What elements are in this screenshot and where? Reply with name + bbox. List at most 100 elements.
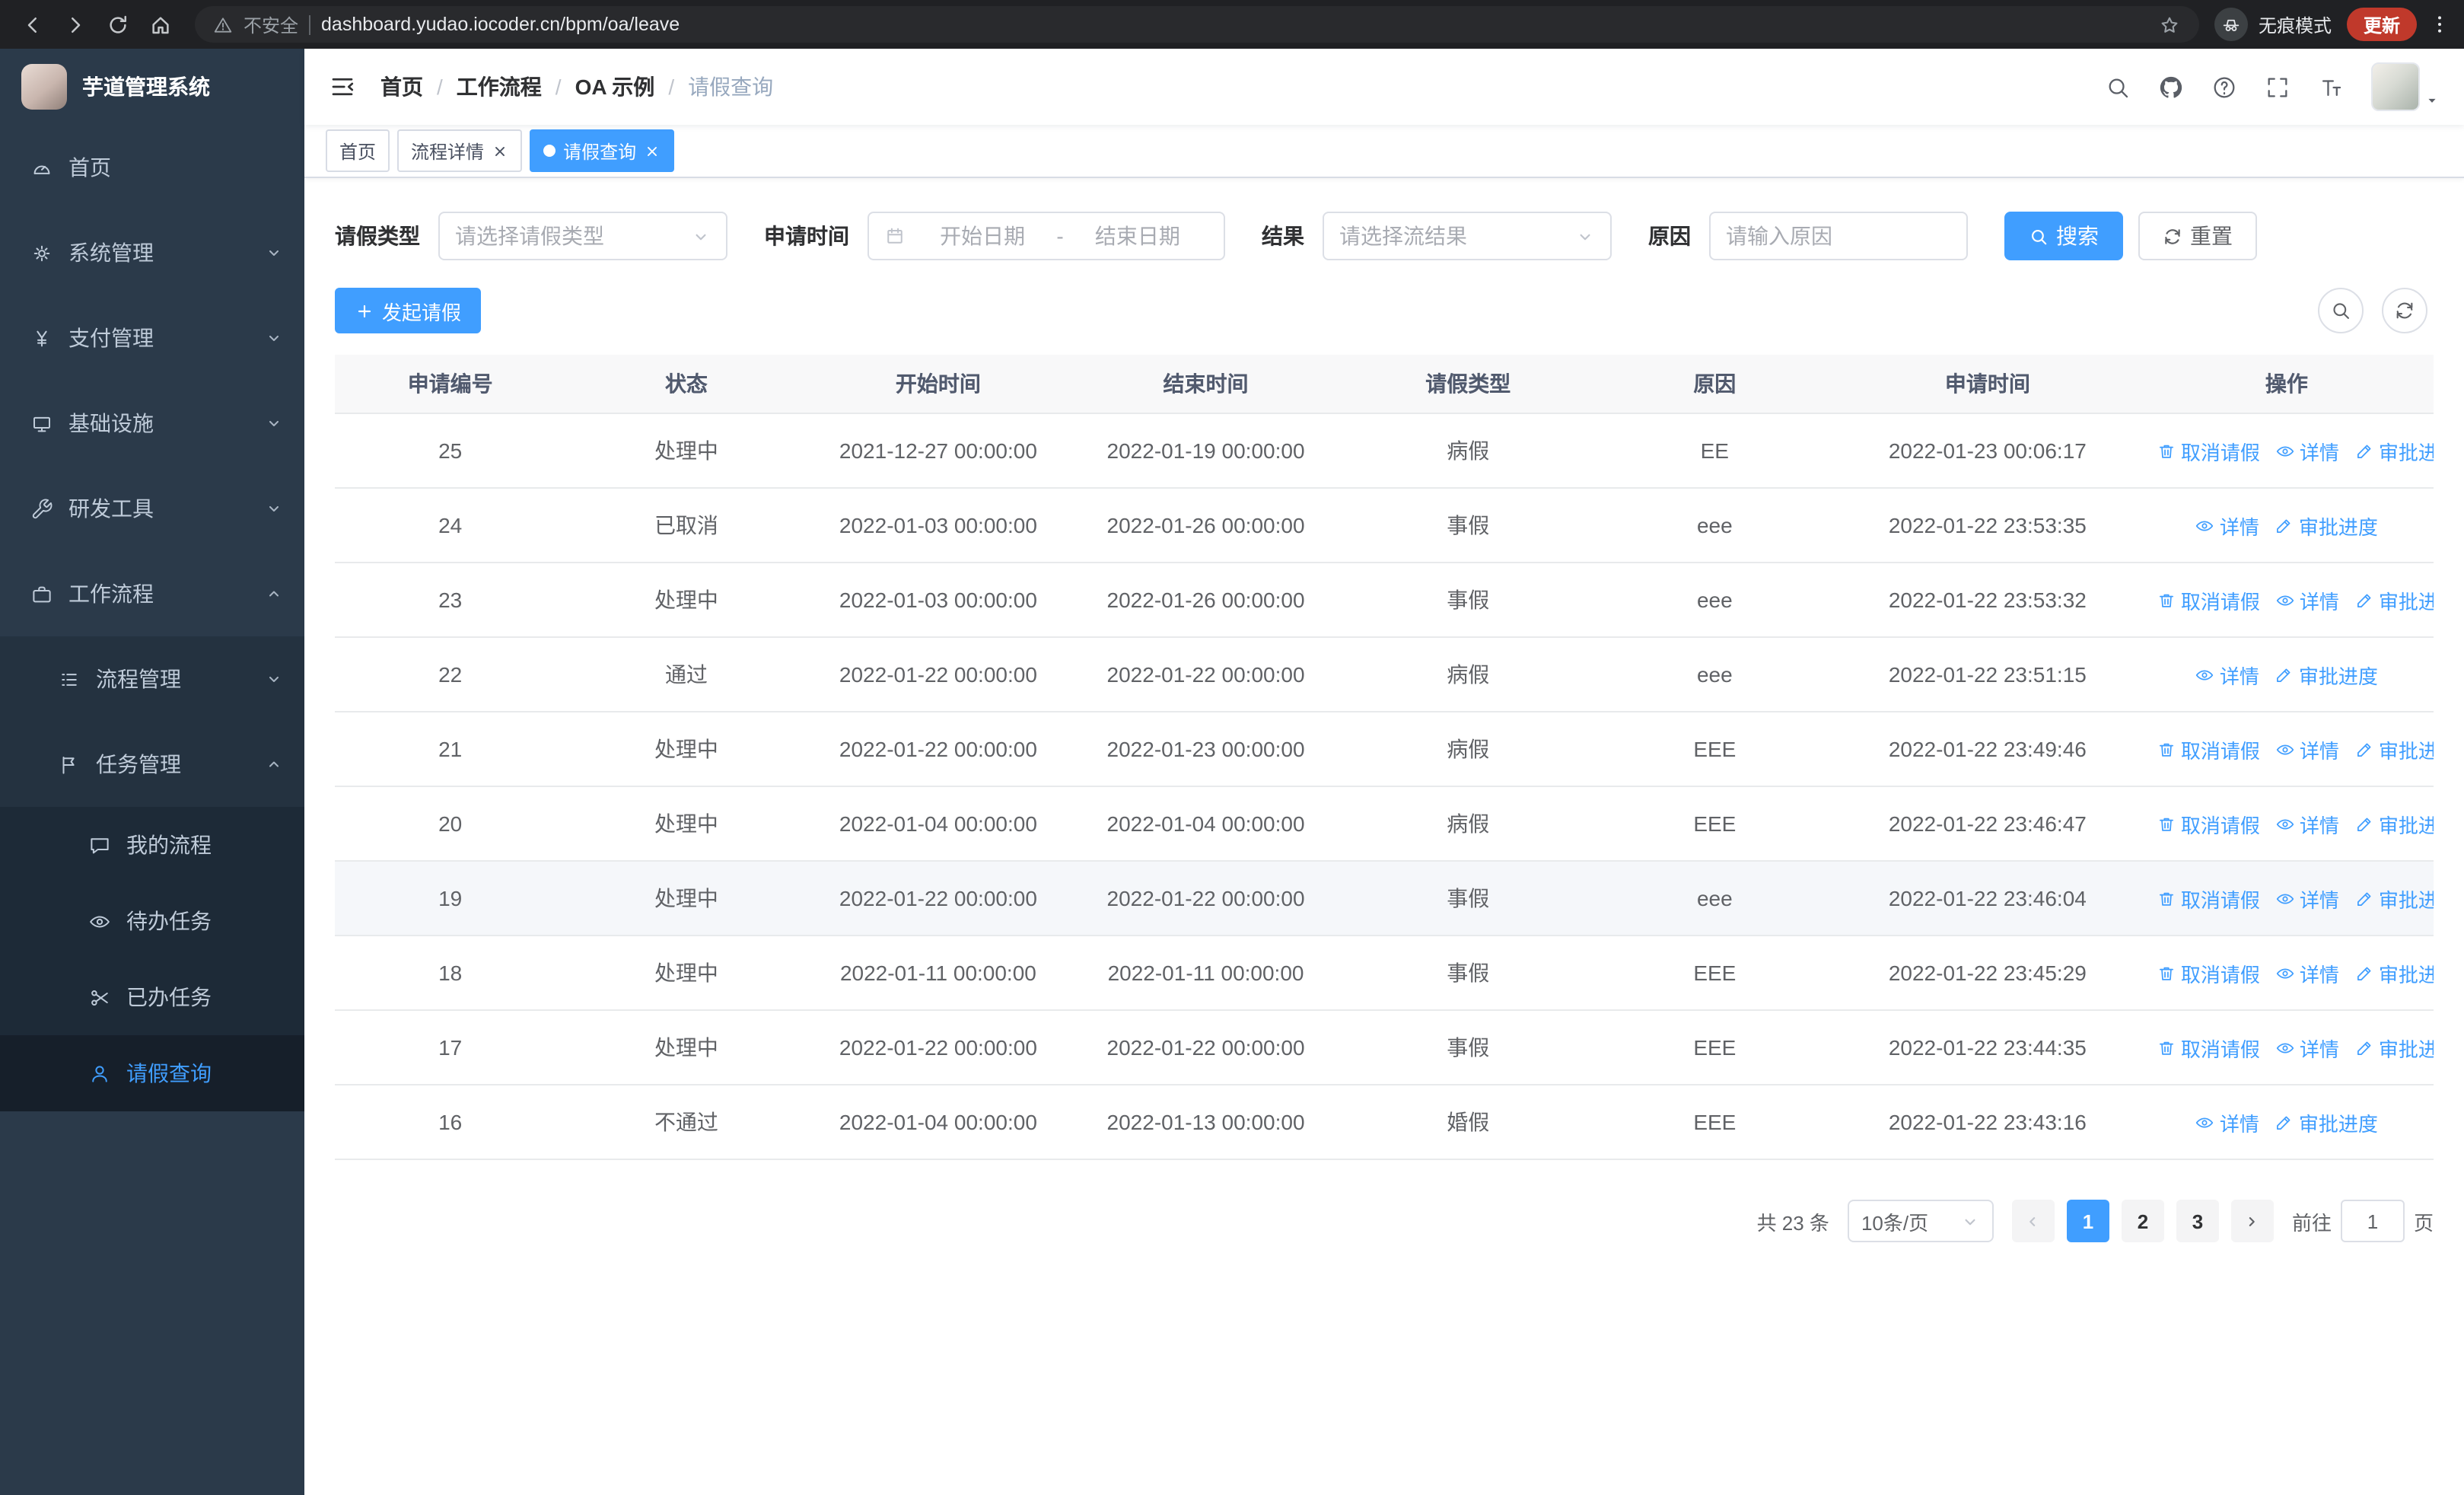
table-row[interactable]: 24 已取消 2022-01-03 00:00:00 2022-01-26 00:00… — [335, 488, 2434, 563]
action-progress[interactable]: 审批进度 — [2354, 735, 2434, 763]
action-detail[interactable]: 详情 — [2195, 511, 2259, 540]
sidebar-item-devtools[interactable]: 研发工具 — [0, 466, 304, 551]
action-progress[interactable]: 审批进度 — [2354, 884, 2434, 913]
action-detail[interactable]: 详情 — [2275, 735, 2339, 763]
apply-time-label: 申请时间 — [764, 224, 849, 248]
table-row[interactable]: 16 不通过 2022-01-04 00:00:00 2022-01-13 00:00… — [335, 1085, 2434, 1160]
result-select[interactable]: 请选择流结果 — [1323, 212, 1612, 260]
table-row[interactable]: 23 处理中 2022-01-03 00:00:00 2022-01-26 00:00… — [335, 563, 2434, 638]
sidebar-item-system[interactable]: 系统管理 — [0, 210, 304, 295]
bookmark-star-icon[interactable] — [2158, 13, 2181, 36]
start-date-placeholder[interactable]: 开始日期 — [912, 221, 1053, 251]
toggle-search-button[interactable] — [2318, 288, 2364, 333]
leave-type-select[interactable]: 请选择请假类型 — [438, 212, 727, 260]
address-bar[interactable]: 不安全 dashboard.yudao.iocoder.cn/bpm/oa/le… — [195, 6, 2199, 43]
table-row[interactable]: 22 通过 2022-01-22 00:00:00 2022-01-22 00:00:… — [335, 637, 2434, 712]
reason-input[interactable] — [1709, 212, 1968, 260]
action-detail[interactable]: 详情 — [2275, 809, 2339, 838]
close-icon[interactable] — [492, 142, 508, 159]
goto-page-input[interactable] — [2340, 1200, 2405, 1242]
page-size-select[interactable]: 10条/页 — [1847, 1200, 1994, 1242]
breadcrumb-item[interactable]: 工作流程 — [457, 72, 542, 102]
action-progress[interactable]: 审批进度 — [2354, 809, 2434, 838]
action-detail[interactable]: 详情 — [2275, 958, 2339, 987]
breadcrumb-item[interactable]: 首页 — [380, 72, 423, 102]
app-logo[interactable]: 芋道管理系统 — [0, 49, 304, 125]
browser-reload-button[interactable] — [97, 5, 137, 44]
edit-icon — [2354, 590, 2374, 610]
chevron-down-icon — [265, 329, 283, 347]
search-icon[interactable] — [2105, 74, 2131, 100]
action-progress[interactable]: 审批进度 — [2275, 1108, 2378, 1136]
table-row[interactable]: 20 处理中 2022-01-04 00:00:00 2022-01-04 00:00… — [335, 786, 2434, 862]
table-row[interactable]: 18 处理中 2022-01-11 00:00:00 2022-01-11 00:00… — [335, 936, 2434, 1011]
breadcrumb-item[interactable]: OA 示例 — [575, 72, 655, 102]
action-cancel[interactable]: 取消请假 — [2157, 884, 2260, 913]
sidebar-item-task-mgmt[interactable]: 任务管理 — [0, 722, 304, 807]
user-menu[interactable] — [2371, 62, 2440, 111]
next-page-button[interactable] — [2230, 1200, 2274, 1242]
sidebar-item-infra[interactable]: 基础设施 — [0, 381, 304, 466]
sidebar-item-workflow[interactable]: 工作流程 — [0, 551, 304, 636]
action-detail[interactable]: 详情 — [2275, 436, 2339, 465]
sidebar-item-my-process[interactable]: 我的流程 — [0, 807, 304, 883]
scissors-icon — [88, 986, 111, 1009]
sidebar-item-todo-task[interactable]: 待办任务 — [0, 883, 304, 959]
trash-icon — [2157, 888, 2176, 908]
url-text[interactable]: dashboard.yudao.iocoder.cn/bpm/oa/leave — [321, 14, 2147, 35]
table-row[interactable]: 25 处理中 2021-12-27 00:00:00 2022-01-19 00:00… — [335, 413, 2434, 489]
browser-forward-button[interactable] — [55, 5, 94, 44]
tab-请假查询[interactable]: 请假查询 — [530, 129, 675, 172]
sidebar-item-done-task[interactable]: 已办任务 — [0, 959, 304, 1035]
sidebar-item-payment[interactable]: 支付管理 — [0, 295, 304, 381]
action-progress[interactable]: 审批进度 — [2354, 958, 2434, 987]
sidebar-item-leave-query[interactable]: 请假查询 — [0, 1035, 304, 1111]
action-cancel[interactable]: 取消请假 — [2157, 735, 2260, 763]
page-button-3[interactable]: 3 — [2176, 1200, 2219, 1242]
action-cancel[interactable]: 取消请假 — [2157, 585, 2260, 614]
fullscreen-icon[interactable] — [2265, 74, 2291, 100]
action-progress[interactable]: 审批进度 — [2275, 660, 2378, 689]
table-row[interactable]: 19 处理中 2022-01-22 00:00:00 2022-01-22 00:00… — [335, 861, 2434, 936]
security-label[interactable]: 不安全 — [244, 11, 298, 37]
action-cancel[interactable]: 取消请假 — [2157, 1033, 2260, 1062]
table-row[interactable]: 17 处理中 2022-01-22 00:00:00 2022-01-22 00:00… — [335, 1010, 2434, 1085]
prev-page-button[interactable] — [2011, 1200, 2055, 1242]
page-button-1[interactable]: 1 — [2066, 1200, 2109, 1242]
browser-update-button[interactable]: 更新 — [2346, 8, 2417, 41]
table-row[interactable]: 21 处理中 2022-01-22 00:00:00 2022-01-23 00:00… — [335, 712, 2434, 787]
help-icon[interactable] — [2211, 74, 2237, 100]
user-avatar[interactable] — [2371, 62, 2420, 111]
browser-back-button[interactable] — [12, 5, 52, 44]
action-progress[interactable]: 审批进度 — [2354, 1033, 2434, 1062]
browser-menu-icon[interactable] — [2427, 12, 2452, 37]
font-size-icon[interactable] — [2318, 74, 2344, 100]
action-detail[interactable]: 详情 — [2275, 884, 2339, 913]
reset-button[interactable]: 重置 — [2138, 212, 2257, 260]
refresh-icon — [2394, 300, 2415, 321]
action-detail[interactable]: 详情 — [2195, 1108, 2259, 1136]
search-button[interactable]: 搜索 — [2004, 212, 2123, 260]
tab-流程详情[interactable]: 流程详情 — [397, 129, 523, 172]
action-cancel[interactable]: 取消请假 — [2157, 436, 2260, 465]
action-cancel[interactable]: 取消请假 — [2157, 809, 2260, 838]
action-progress[interactable]: 审批进度 — [2354, 436, 2434, 465]
page-button-2[interactable]: 2 — [2121, 1200, 2164, 1242]
create-leave-button[interactable]: 发起请假 — [335, 288, 482, 333]
action-detail[interactable]: 详情 — [2195, 660, 2259, 689]
action-progress[interactable]: 审批进度 — [2354, 585, 2434, 614]
github-icon[interactable] — [2158, 74, 2184, 100]
action-detail[interactable]: 详情 — [2275, 585, 2339, 614]
refresh-table-button[interactable] — [2382, 288, 2427, 333]
sidebar-item-home[interactable]: 首页 — [0, 125, 304, 210]
tab-首页[interactable]: 首页 — [326, 129, 390, 172]
action-progress[interactable]: 审批进度 — [2275, 511, 2378, 540]
apply-time-range-picker[interactable]: 开始日期 - 结束日期 — [867, 212, 1225, 260]
close-icon[interactable] — [644, 142, 661, 159]
action-cancel[interactable]: 取消请假 — [2157, 958, 2260, 987]
sidebar-fold-icon[interactable] — [329, 73, 356, 100]
action-detail[interactable]: 详情 — [2275, 1033, 2339, 1062]
end-date-placeholder[interactable]: 结束日期 — [1067, 221, 1208, 251]
sidebar-item-process-mgmt[interactable]: 流程管理 — [0, 636, 304, 722]
browser-home-button[interactable] — [140, 5, 180, 44]
